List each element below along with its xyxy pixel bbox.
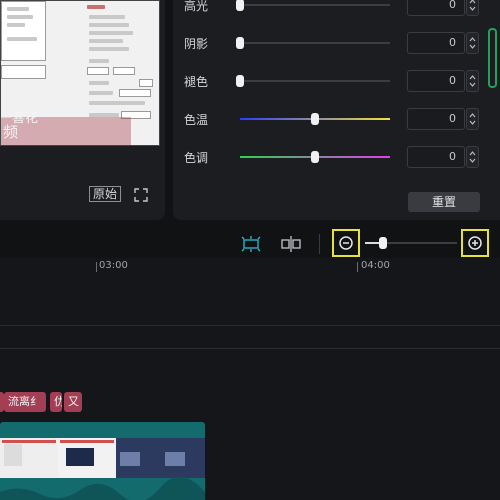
subtitle-clip[interactable]: 流离纟 bbox=[4, 392, 46, 412]
tick-label-0300: 03:00 bbox=[99, 260, 128, 271]
zoom-slider-thumb[interactable] bbox=[379, 237, 387, 249]
tick-marker bbox=[357, 262, 358, 272]
adjust-label: 褪色 bbox=[184, 75, 209, 89]
adjust-label: 阴影 bbox=[184, 37, 209, 51]
subtitle-clip[interactable]: 仂 bbox=[50, 392, 62, 412]
adjust-label: 高光 bbox=[184, 0, 209, 13]
zoom-in-icon[interactable] bbox=[467, 235, 483, 251]
adjust-label: 色温 bbox=[184, 113, 209, 127]
tick-marker bbox=[96, 262, 97, 272]
reset-button[interactable]: 重置 bbox=[408, 192, 480, 212]
adjust-slider-track[interactable] bbox=[240, 80, 390, 82]
video-clip[interactable] bbox=[0, 422, 205, 500]
adjust-label: 色调 bbox=[184, 151, 209, 165]
adjust-value-input[interactable]: 0 bbox=[407, 108, 465, 130]
toolbar-divider bbox=[319, 234, 320, 254]
adjust-value-input[interactable]: 0 bbox=[407, 0, 465, 16]
fullscreen-icon[interactable] bbox=[134, 187, 148, 202]
preview-panel: 一喜花 频 原始 bbox=[0, 0, 165, 220]
adjust-stepper[interactable] bbox=[466, 70, 479, 92]
zoom-out-icon[interactable] bbox=[338, 235, 354, 251]
subtitle-clip[interactable]: 又 bbox=[64, 392, 82, 412]
adjust-slider-track[interactable] bbox=[240, 42, 390, 44]
adjust-slider-thumb[interactable] bbox=[236, 75, 244, 87]
adjust-slider-track[interactable] bbox=[240, 4, 390, 6]
adjust-stepper[interactable] bbox=[466, 0, 479, 16]
tick-label-0400: 04:00 bbox=[361, 260, 390, 271]
preview-frame: 一喜花 频 bbox=[0, 0, 160, 146]
adjust-value-input[interactable]: 0 bbox=[407, 146, 465, 168]
original-ratio-button[interactable]: 原始 bbox=[89, 186, 121, 202]
adjust-value-input[interactable]: 0 bbox=[407, 70, 465, 92]
freeze-icon[interactable] bbox=[280, 235, 302, 253]
adjust-slider-thumb[interactable] bbox=[236, 37, 244, 49]
adjust-stepper[interactable] bbox=[466, 108, 479, 130]
adjust-stepper[interactable] bbox=[466, 32, 479, 54]
adjust-panel: 高光 0 阴影 0 褪色 0 色温 0 色调 0 重置 bbox=[173, 0, 500, 220]
panel-scrollbar[interactable] bbox=[488, 28, 497, 88]
split-icon[interactable] bbox=[240, 235, 262, 253]
adjust-slider-thumb[interactable] bbox=[236, 0, 244, 11]
adjust-stepper[interactable] bbox=[466, 146, 479, 168]
adjust-slider-thumb[interactable] bbox=[311, 151, 319, 163]
adjust-value-input[interactable]: 0 bbox=[407, 32, 465, 54]
preview-caption-line2: 频 bbox=[3, 123, 19, 141]
adjust-slider-thumb[interactable] bbox=[311, 113, 319, 125]
